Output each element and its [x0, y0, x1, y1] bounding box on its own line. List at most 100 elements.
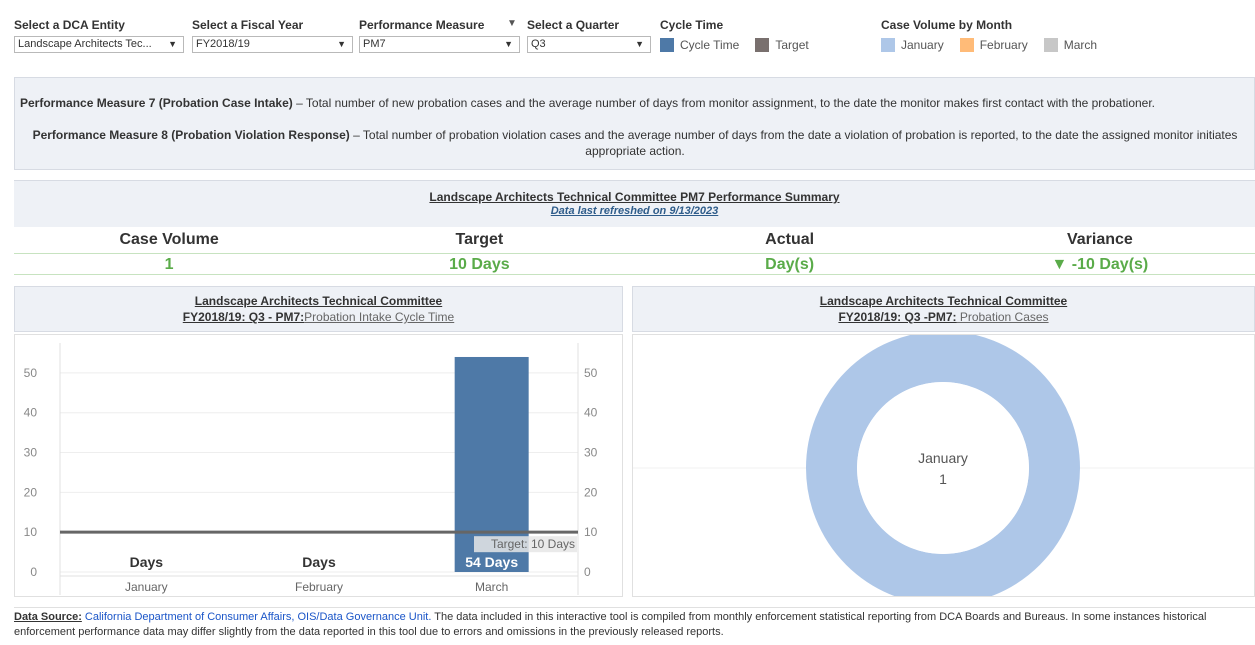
donut-center-label: January: [918, 450, 968, 466]
measure-select[interactable]: PM7 ▼: [359, 36, 520, 53]
cycle-time-bar-chart: 0 0 10 10 20 20 30 30 40 40 50 50 Days January Days Feb…: [24, 343, 598, 595]
quarter-filter: Select a Quarter Q3 ▼: [527, 18, 651, 53]
kpi-header-variance: Variance: [1066, 231, 1133, 248]
measure-filter: Performance Measure PM7 ▼: [359, 18, 520, 53]
y-tick-label-left: 0: [30, 565, 37, 579]
y-tick-label-right: 50: [584, 366, 598, 380]
legend-january[interactable]: January: [881, 37, 944, 52]
cycle-time-legend-title: Cycle Time: [660, 18, 724, 32]
fiscal-year-filter: Select a Fiscal Year FY2018/19 ▼: [192, 18, 353, 53]
entity-select[interactable]: Landscape Architects Tec... ▼: [14, 36, 184, 53]
chevron-down-icon: ▼: [337, 39, 346, 49]
pm8-description: Performance Measure 8 (Probation Violati…: [20, 127, 1250, 159]
kpi-header-actual: Actual: [765, 231, 815, 248]
bar-label-january: Days: [130, 554, 164, 570]
y-tick-label-right: 10: [584, 525, 598, 539]
case-volume-legend-title: Case Volume by Month: [881, 18, 1013, 32]
legend-label: January: [901, 37, 944, 52]
y-tick-label-right: 30: [584, 446, 598, 460]
probation-cases-panel-title: Landscape Architects Technical Committee: [819, 294, 1068, 308]
legend-swatch: [959, 37, 974, 52]
fiscal-year-select-value: FY2018/19: [196, 38, 250, 50]
y-tick-label-left: 50: [24, 366, 38, 380]
cycle-time-panel-subtitle: FY2018/19: Q3 - PM7:Probation Intake Cyc…: [15, 310, 622, 324]
kpi-header-target: Target: [455, 231, 504, 248]
pm8-name: Performance Measure 8 (Probation Violati…: [32, 128, 350, 142]
y-tick-label-left: 30: [24, 446, 38, 460]
y-tick-label-right: 40: [584, 406, 598, 420]
cycle-time-panel-period: FY2018/19: Q3 - PM7:: [182, 310, 305, 324]
legend-march[interactable]: March: [1043, 37, 1098, 52]
y-tick-label-left: 20: [24, 485, 38, 499]
kpi-header-case-volume: Case Volume: [119, 231, 219, 248]
bar-label-march: 54 Days: [465, 554, 518, 570]
cycle-time-panel-title: Landscape Architects Technical Committee: [194, 294, 443, 308]
data-source-footer: Data Source: California Department of Co…: [14, 607, 1255, 640]
y-tick-label-right: 20: [584, 485, 598, 499]
pm7-description: Performance Measure 7 (Probation Case In…: [20, 95, 1155, 111]
measure-filter-menu-icon[interactable]: ▼: [507, 18, 517, 29]
y-tick-label-left: 10: [24, 525, 38, 539]
probation-cases-panel-measure: Probation Cases: [956, 310, 1049, 324]
kpi-value-case-volume: 1: [164, 256, 174, 273]
donut-center-value: 1: [939, 471, 947, 487]
x-tick-label: January: [125, 580, 168, 594]
legend-swatch: [1043, 37, 1058, 52]
cycle-time-panel-measure: Probation Intake Cycle Time: [304, 310, 455, 324]
quarter-filter-title: Select a Quarter: [527, 18, 620, 32]
probation-cases-panel-header: Landscape Architects Technical Committee…: [632, 286, 1255, 332]
measure-filter-title: Performance Measure: [359, 18, 485, 32]
legend-label: Target: [775, 37, 809, 52]
entity-filter: Select a DCA Entity Landscape Architects…: [14, 18, 184, 53]
fiscal-year-filter-title: Select a Fiscal Year: [192, 18, 304, 32]
cycle-time-panel-header: Landscape Architects Technical Committee…: [14, 286, 623, 332]
legend-label: Cycle Time: [680, 37, 740, 52]
x-tick-label: March: [475, 580, 508, 594]
measure-select-value: PM7: [363, 38, 386, 50]
summary-title: Landscape Architects Technical Committee…: [429, 190, 840, 204]
entity-filter-title: Select a DCA Entity: [14, 18, 125, 32]
probation-cases-chart[interactable]: January 1: [632, 334, 1255, 597]
chevron-down-icon: ▼: [635, 39, 644, 49]
data-source-link[interactable]: California Department of Consumer Affair…: [85, 611, 431, 623]
pm7-name: Performance Measure 7 (Probation Case In…: [20, 96, 293, 110]
cycle-time-legend: Cycle Time Cycle Time Target: [660, 18, 819, 53]
legend-swatch: [660, 37, 674, 52]
cycle-time-chart[interactable]: 0 0 10 10 20 20 30 30 40 40 50 50 Days January Days Feb…: [14, 334, 623, 597]
case-volume-legend: Case Volume by Month January February Ma…: [881, 18, 1107, 53]
summary-header: Landscape Architects Technical Committee…: [14, 180, 1255, 227]
legend-february[interactable]: February: [959, 37, 1028, 52]
kpi-values: 1 10 Days Day(s) ▼ -10 Day(s): [14, 253, 1255, 275]
probation-cases-panel-period: FY2018/19: Q3 -PM7:: [838, 310, 957, 324]
probation-cases-panel-subtitle: FY2018/19: Q3 -PM7: Probation Cases: [633, 310, 1254, 324]
donut-hole: [857, 382, 1029, 554]
measure-description-box: Performance Measure 7 (Probation Case In…: [14, 77, 1255, 170]
legend-label: February: [979, 37, 1028, 52]
filter-bar: Select a DCA Entity Landscape Architects…: [0, 0, 1255, 70]
entity-select-value: Landscape Architects Tec...: [18, 38, 152, 50]
legend-swatch: [881, 37, 895, 52]
chevron-down-icon: ▼: [504, 39, 513, 49]
pm8-text: – Total number of probation violation ca…: [349, 128, 1238, 158]
chevron-down-icon: ▼: [168, 39, 177, 49]
y-tick-label-right: 0: [584, 565, 591, 579]
data-source-label: Data Source:: [14, 611, 82, 623]
quarter-select-value: Q3: [531, 38, 546, 50]
kpi-value-variance: ▼ -10 Day(s): [1051, 256, 1149, 273]
target-label: Target: 10 Days: [491, 537, 575, 551]
legend-label: March: [1063, 37, 1098, 52]
refresh-date: Data last refreshed on 9/13/2023: [550, 205, 719, 217]
quarter-select[interactable]: Q3 ▼: [527, 36, 651, 53]
pm7-text: – Total number of new probation cases an…: [292, 96, 1156, 110]
legend-cycle-time[interactable]: Cycle Time: [660, 37, 740, 52]
kpi-value-actual: Day(s): [765, 256, 815, 273]
legend-swatch: [755, 37, 770, 52]
bar-label-february: Days: [302, 554, 336, 570]
x-tick-label: February: [295, 580, 343, 594]
legend-target[interactable]: Target: [755, 37, 809, 52]
kpi-headers: Case Volume Target Actual Variance: [14, 231, 1255, 253]
y-tick-label-left: 40: [24, 406, 38, 420]
probation-cases-donut-chart: January 1: [633, 335, 1254, 596]
fiscal-year-select[interactable]: FY2018/19 ▼: [192, 36, 353, 53]
kpi-value-target: 10 Days: [449, 256, 510, 273]
